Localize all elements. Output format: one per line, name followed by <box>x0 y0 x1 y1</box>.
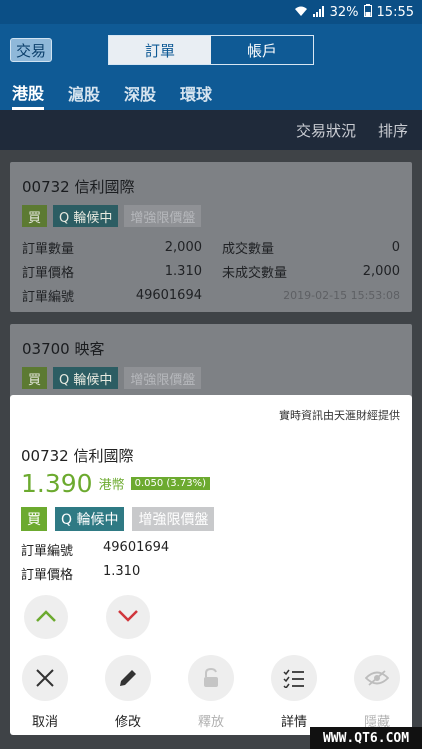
label: 未成交數量 <box>222 265 288 281</box>
order-no-row: 訂單編號 49601694 <box>21 540 169 559</box>
data-provider-note: 實時資訊由天滙財經提供 <box>279 409 400 422</box>
release-order-button[interactable]: 釋放 <box>181 655 241 730</box>
label: 訂單價格 <box>21 568 74 583</box>
chevron-down-icon <box>117 608 139 627</box>
price-line: 1.390 港幣 0.050 (3.73%) <box>21 469 210 498</box>
queue-badge: Q 輪候中 <box>55 507 125 531</box>
action-label: 修改 <box>114 715 141 730</box>
app-header: 交易 訂單 帳戶 港股 滬股 深股 環球 <box>0 24 422 110</box>
value: 2,000 <box>362 263 400 279</box>
buy-badge: 買 <box>22 367 48 389</box>
order-row: 訂單價格 1.310 未成交數量 2,000 <box>22 259 400 283</box>
price-change-badge: 0.050 (3.73%) <box>130 477 210 490</box>
currency: 港幣 <box>98 478 125 493</box>
value: 1.310 <box>103 564 141 579</box>
order-price-row: 訂單價格 1.310 <box>21 564 140 583</box>
tab-global[interactable]: 環球 <box>180 76 212 110</box>
market-tabs: 港股 滬股 深股 環球 <box>0 76 422 110</box>
tab-hk[interactable]: 港股 <box>12 76 45 110</box>
cancel-order-button[interactable]: 取消 <box>15 655 75 730</box>
order-row: 訂單編號 49601694 2019-02-15 15:53:08 <box>22 283 400 307</box>
last-price: 1.390 <box>21 469 93 498</box>
signal-icon <box>312 5 325 20</box>
order-title: 03700 映客 <box>22 340 105 358</box>
chevron-up-icon <box>35 608 57 627</box>
queue-badge: Q 輪候中 <box>53 367 119 389</box>
eye-off-icon <box>354 655 400 701</box>
order-card[interactable]: 00732 信利國際 買 Q 輪候中 增強限價盤 訂單數量 2,000 成交數量… <box>10 162 412 312</box>
segment-account[interactable]: 帳戶 <box>211 36 313 64</box>
order-action-sheet: 實時資訊由天滙財經提供 00732 信利國際 1.390 港幣 0.050 (3… <box>10 395 412 735</box>
order-type-badge: 增強限價盤 <box>132 507 215 531</box>
label: 訂單編號 <box>21 544 74 559</box>
hide-order-button[interactable]: 隱藏 <box>347 655 407 730</box>
value: 0 <box>391 239 400 255</box>
buy-badge: 買 <box>21 507 47 531</box>
label: 訂單數量 <box>22 241 75 257</box>
value: 49601694 <box>103 540 170 555</box>
clock: 15:55 <box>376 4 414 20</box>
trade-button[interactable]: 交易 <box>10 38 52 62</box>
price-down-button[interactable] <box>106 595 150 639</box>
value: 2,000 <box>164 239 202 255</box>
action-bar: 取消 修改 釋放 詳情 隱藏 <box>10 655 412 735</box>
wifi-icon <box>294 5 308 20</box>
checklist-icon <box>271 655 317 701</box>
order-badges: 買 Q 輪候中 增強限價盤 <box>22 367 400 389</box>
filter-bar: 交易狀況 排序 <box>0 110 422 150</box>
stock-title: 00732 信利國際 <box>21 447 134 465</box>
status-bar: 32% 15:55 <box>0 0 422 24</box>
order-timestamp: 2019-02-15 15:53:08 <box>283 288 400 302</box>
order-details-button[interactable]: 詳情 <box>264 655 324 730</box>
segment-orders[interactable]: 訂單 <box>109 36 211 64</box>
battery-icon <box>363 4 372 20</box>
order-type-badge: 增強限價盤 <box>124 205 202 227</box>
action-label: 詳情 <box>280 715 307 730</box>
tab-sh[interactable]: 滬股 <box>68 76 100 110</box>
value: 49601694 <box>135 287 202 303</box>
view-segmented-control: 訂單 帳戶 <box>108 35 314 65</box>
action-label: 取消 <box>31 715 58 730</box>
pencil-icon <box>105 655 151 701</box>
value: 1.310 <box>164 263 202 279</box>
label: 訂單編號 <box>22 289 75 305</box>
unlock-icon <box>188 655 234 701</box>
price-up-button[interactable] <box>24 595 68 639</box>
order-type-badge: 增強限價盤 <box>124 367 202 389</box>
label: 訂單價格 <box>22 265 75 281</box>
modify-order-button[interactable]: 修改 <box>98 655 158 730</box>
action-label: 釋放 <box>197 715 224 730</box>
sheet-badges: 買 Q 輪候中 增強限價盤 <box>21 507 215 531</box>
watermark-logo: WWW.QT6.COM <box>310 727 422 749</box>
sort-button[interactable]: 排序 <box>378 120 408 141</box>
buy-badge: 買 <box>22 205 48 227</box>
trade-status-filter[interactable]: 交易狀況 <box>296 120 356 141</box>
queue-badge: Q 輪候中 <box>53 205 119 227</box>
order-title: 00732 信利國際 <box>22 178 135 196</box>
order-row: 訂單數量 2,000 成交數量 0 <box>22 235 400 259</box>
tab-sz[interactable]: 深股 <box>124 76 156 110</box>
battery-percent: 32% <box>329 4 359 20</box>
close-icon <box>22 655 68 701</box>
label: 成交數量 <box>222 241 275 257</box>
order-badges: 買 Q 輪候中 增強限價盤 <box>22 205 400 227</box>
